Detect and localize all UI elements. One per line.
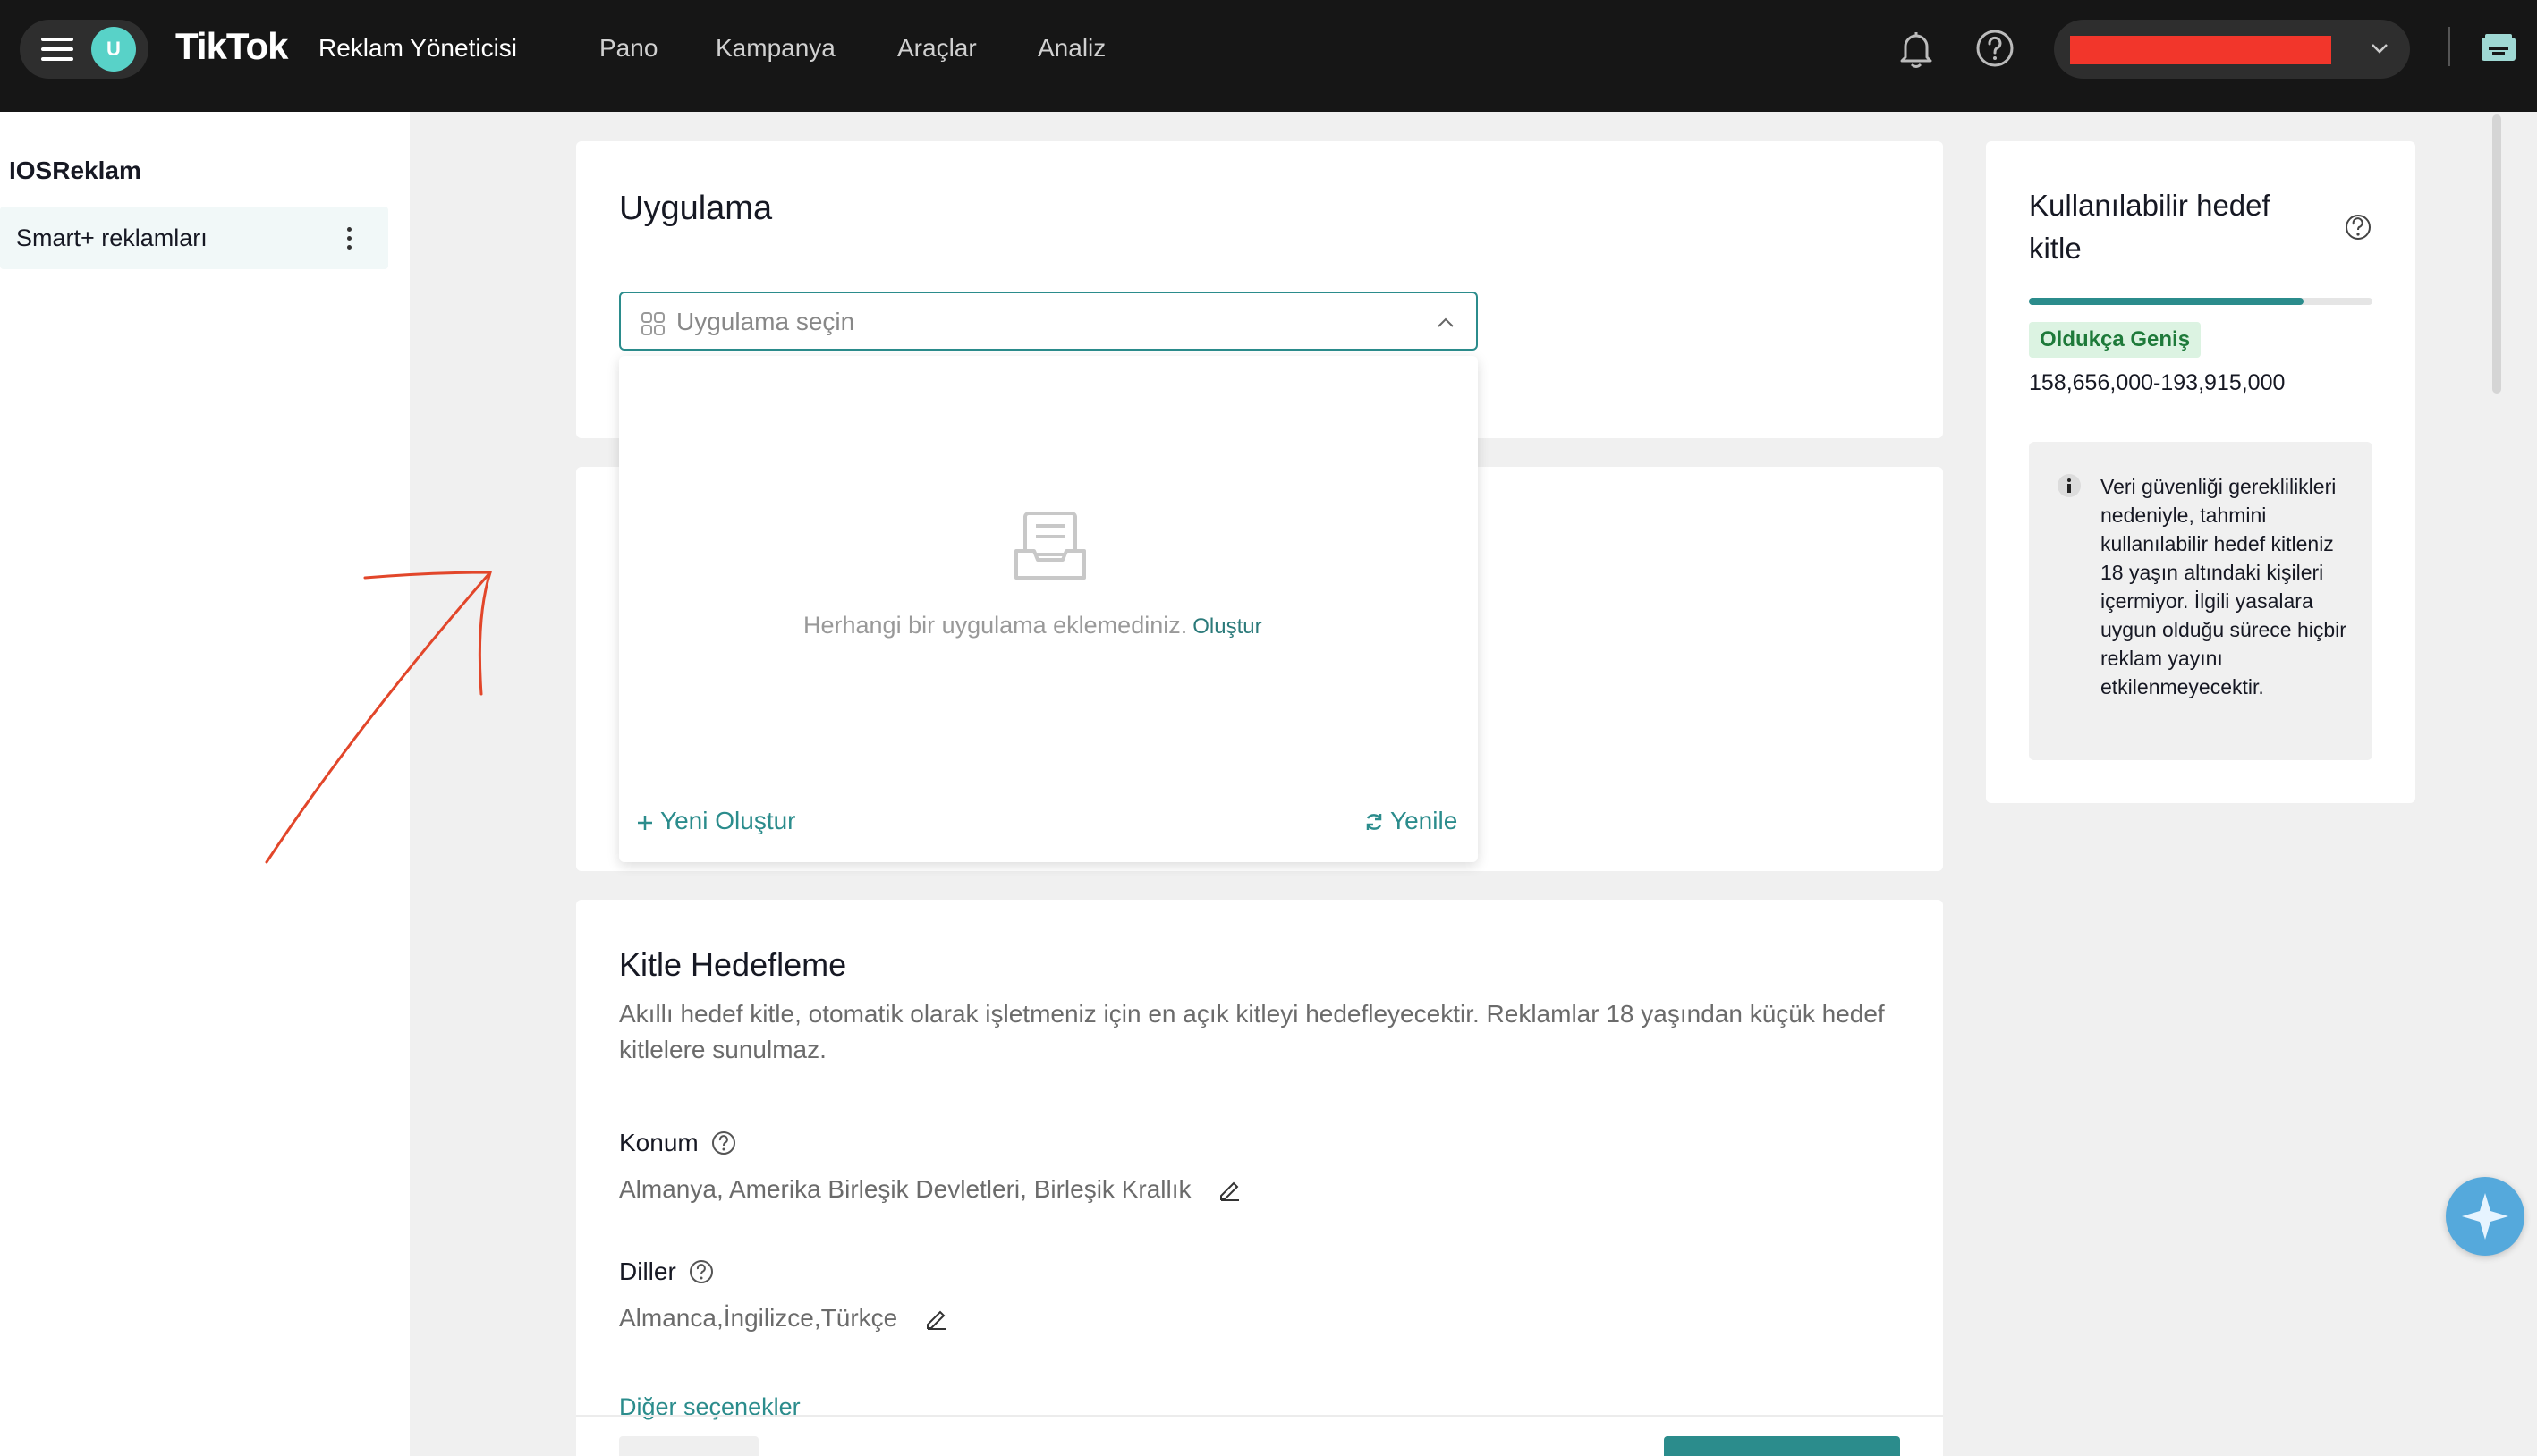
audience-meter-fill xyxy=(2029,298,2304,305)
scrollbar[interactable] xyxy=(2492,114,2501,394)
empty-state-text: Herhangi bir uygulama eklemediniz. Oluştu… xyxy=(803,612,1262,639)
languages-label-text: Diller xyxy=(619,1257,676,1285)
divider xyxy=(2448,27,2450,66)
sparkle-icon xyxy=(2462,1193,2508,1240)
chevron-down-icon xyxy=(2372,44,2388,54)
help-icon[interactable] xyxy=(689,1259,714,1284)
assistant-button[interactable] xyxy=(2446,1177,2524,1256)
app-select[interactable]: Uygulama seçin xyxy=(619,292,1478,351)
nav-campaign[interactable]: Kampanya xyxy=(716,34,836,63)
more-options-link[interactable]: Diğer seçenekler xyxy=(619,1393,801,1421)
create-new-label: Yeni Oluştur xyxy=(660,807,796,834)
help-icon[interactable] xyxy=(2344,213,2372,241)
chevron-up-icon xyxy=(1438,317,1454,327)
top-bar: U TikTok Reklam Yöneticisi Pano Kampanya… xyxy=(0,0,2537,112)
app-dropdown: Herhangi bir uygulama eklemediniz. Oluştu… xyxy=(619,356,1478,862)
menu-pill[interactable]: U xyxy=(20,20,148,79)
apps-icon xyxy=(641,312,665,335)
continue-button[interactable] xyxy=(1664,1436,1900,1456)
app-select-placeholder: Uygulama seçin xyxy=(676,308,855,335)
empty-message: Herhangi bir uygulama eklemediniz. xyxy=(803,612,1188,639)
audience-badge: Oldukça Geniş xyxy=(2029,322,2202,358)
plus-icon xyxy=(638,816,652,830)
languages-value: Almanca,İngilizce,Türkçe xyxy=(619,1304,947,1333)
campaign-name: IOSReklam xyxy=(9,157,141,184)
location-value-text: Almanya, Amerika Birleşik Devletleri, Bi… xyxy=(619,1175,1192,1203)
info-notice: Veri güvenliği gereklilikleri nedeniyle,… xyxy=(2029,442,2372,760)
audience-meter xyxy=(2029,298,2372,305)
edit-icon[interactable] xyxy=(924,1307,947,1330)
targeting-description: Akıllı hedef kitle, otomatik olarak işle… xyxy=(619,1000,1885,1063)
avatar[interactable]: U xyxy=(91,27,136,72)
more-options-icon[interactable] xyxy=(340,223,358,253)
back-button[interactable] xyxy=(619,1436,759,1456)
annotation-arrow xyxy=(265,571,493,864)
location-label-text: Konum xyxy=(619,1129,699,1156)
empty-inbox-icon xyxy=(1014,512,1086,580)
location-label: Konum xyxy=(619,1129,736,1157)
languages-value-text: Almanca,İngilizce,Türkçe xyxy=(619,1304,898,1332)
audience-range: 158,656,000-193,915,000 xyxy=(2029,370,2286,395)
info-icon xyxy=(2058,474,2081,497)
location-value: Almanya, Amerika Birleşik Devletleri, Bi… xyxy=(619,1175,1241,1204)
edit-icon[interactable] xyxy=(1218,1178,1241,1201)
redacted-account-name xyxy=(2070,36,2331,64)
brand-subtitle: Reklam Yöneticisi xyxy=(318,34,518,62)
refresh-label: Yenile xyxy=(1390,807,1458,834)
bell-icon[interactable] xyxy=(1895,27,1938,70)
languages-label: Diller xyxy=(619,1257,714,1286)
info-text: Veri güvenliği gereklilikleri nedeniyle,… xyxy=(2100,475,2346,698)
tiktok-logo: TikTok xyxy=(175,25,288,67)
refresh-button[interactable]: Yenile xyxy=(1363,807,1457,835)
refresh-icon xyxy=(1366,814,1382,830)
nav-analytics[interactable]: Analiz xyxy=(1038,34,1106,63)
footer-divider xyxy=(576,1415,1943,1417)
create-link[interactable]: Oluştur xyxy=(1192,614,1261,639)
hamburger-menu-icon[interactable] xyxy=(38,36,77,63)
app-section-title: Uygulama xyxy=(619,190,773,227)
nav-tools[interactable]: Araçlar xyxy=(897,34,977,63)
audience-title: Kullanılabilir hedef kitle xyxy=(2029,189,2270,265)
create-new-button[interactable]: Yeni Oluştur xyxy=(635,807,796,835)
sidebar-item-smart-ads[interactable]: Smart+ reklamları xyxy=(0,207,388,269)
business-center-icon[interactable] xyxy=(2478,27,2519,68)
help-icon[interactable] xyxy=(1973,27,2016,70)
help-icon[interactable] xyxy=(711,1130,736,1155)
sidebar-item-label: Smart+ reklamları xyxy=(16,224,208,251)
nav-dashboard[interactable]: Pano xyxy=(599,34,658,63)
targeting-title: Kitle Hedefleme xyxy=(619,946,847,983)
account-selector[interactable] xyxy=(2054,20,2410,79)
